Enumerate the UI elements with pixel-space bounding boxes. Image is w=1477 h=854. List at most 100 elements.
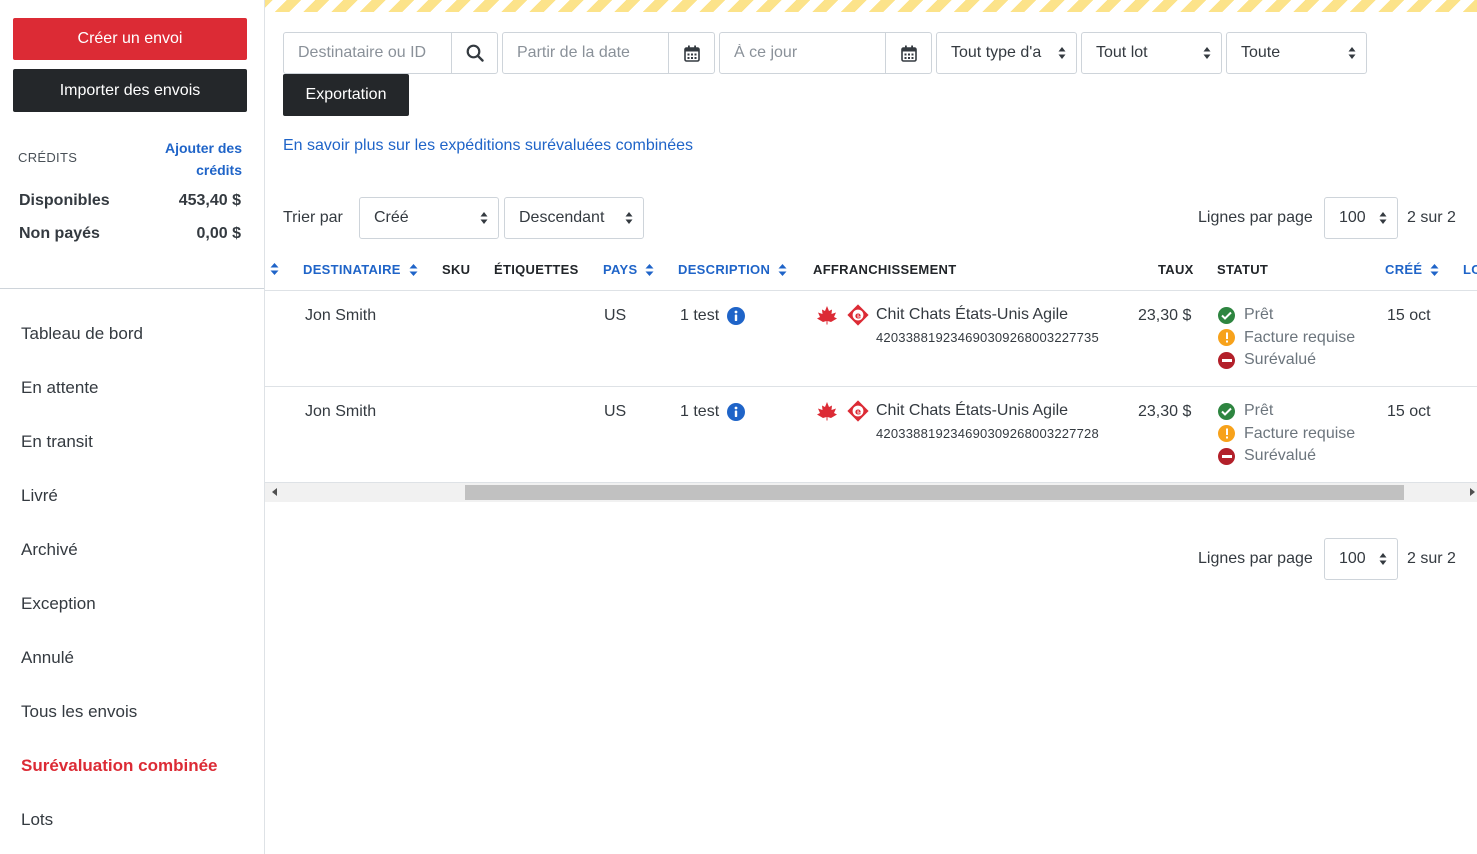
- credits-unpaid-value: 0,00 $: [196, 225, 241, 242]
- credits-available-label: Disponibles: [19, 192, 110, 209]
- select-caret-icon: [1379, 553, 1387, 565]
- to-date-field: [719, 32, 932, 74]
- rows-per-page-label-bottom: Lignes par page: [1198, 550, 1313, 567]
- column-sku: SKU: [442, 262, 471, 277]
- info-icon[interactable]: [727, 307, 746, 325]
- tracking-number[interactable]: 420338819234690309268003227735: [876, 330, 1099, 345]
- rows-per-page-select-bottom[interactable]: 100: [1324, 538, 1398, 580]
- select-caret-icon: [1379, 212, 1387, 224]
- status-ready-label: Prêt: [1244, 402, 1274, 420]
- column-status: STATUT: [1217, 262, 1269, 277]
- status-invoice-required-label: Facture requise: [1244, 328, 1356, 346]
- import-shipments-button[interactable]: Importer des envois: [13, 69, 247, 112]
- search-input[interactable]: [284, 33, 451, 73]
- status-overvalued: Surévalué: [1218, 445, 1355, 468]
- column-created[interactable]: CRÉÉ: [1385, 262, 1439, 277]
- sidebar-item-all-shipments[interactable]: Tous les envois: [0, 685, 264, 739]
- status-cell: Prêt Facture requise Surévalué: [1218, 400, 1355, 468]
- type-select-value: Tout type d'a: [951, 44, 1042, 61]
- scroll-right-arrow-icon[interactable]: [1470, 488, 1475, 496]
- canada-maple-leaf-icon: [817, 402, 837, 421]
- status-invoice-required: Facture requise: [1218, 327, 1355, 350]
- tracking-number[interactable]: 420338819234690309268003227728: [876, 426, 1099, 441]
- table-row[interactable]: Jon Smith US 1 test e Chit Chats États-U…: [265, 291, 1477, 387]
- horizontal-scrollbar[interactable]: [265, 483, 1477, 502]
- status-cell: Prêt Facture requise Surévalué: [1218, 304, 1355, 372]
- warning-icon: [1218, 425, 1235, 443]
- carrier-logo-icon: e: [847, 400, 869, 422]
- from-date-field: [502, 32, 715, 74]
- postage-service-cell: Chit Chats États-Unis Agile: [876, 402, 1069, 419]
- create-shipment-button[interactable]: Créer un envoi: [13, 18, 247, 60]
- rows-per-page-label: Lignes par page: [1198, 209, 1313, 226]
- svg-text:e: e: [855, 311, 861, 321]
- rows-per-page-select[interactable]: 100: [1324, 197, 1398, 239]
- sort-icon: [409, 263, 418, 276]
- select-caret-icon: [480, 212, 488, 224]
- credits-unpaid-row: Non payés 0,00 $: [19, 225, 241, 243]
- rate-cell: 23,30 $: [1138, 403, 1192, 420]
- description-text: 1 test: [680, 307, 720, 324]
- all-select[interactable]: Toute: [1226, 32, 1367, 74]
- column-recipient[interactable]: DESTINATAIRE: [303, 262, 418, 277]
- to-date-input[interactable]: [720, 33, 885, 73]
- sidebar-item-in-transit[interactable]: En transit: [0, 415, 264, 469]
- minus-circle-icon: [1218, 351, 1235, 369]
- canada-maple-leaf-icon: [817, 306, 837, 325]
- status-ready-label: Prêt: [1244, 306, 1274, 324]
- sidebar-item-combined-overvaluation[interactable]: Surévaluation combinée: [0, 739, 264, 793]
- sidebar-item-pending[interactable]: En attente: [0, 361, 264, 415]
- check-icon: [1218, 306, 1235, 324]
- table-row[interactable]: Jon Smith US 1 test e Chit Chats États-U…: [265, 387, 1477, 483]
- sidebar-item-exception[interactable]: Exception: [0, 577, 264, 631]
- to-date-calendar-button[interactable]: [885, 33, 931, 73]
- sort-icon: [1430, 263, 1439, 276]
- scroll-left-arrow-icon[interactable]: [272, 488, 277, 496]
- pagination-info: 2 sur 2: [1407, 209, 1456, 226]
- description-cell: 1 test: [680, 307, 746, 325]
- column-country[interactable]: PAYS: [603, 262, 654, 277]
- sidebar: Créer un envoi Importer des envois CRÉDI…: [0, 0, 265, 854]
- status-invoice-required-label: Facture requise: [1244, 424, 1356, 442]
- minus-circle-icon: [1218, 447, 1235, 465]
- check-icon: [1218, 402, 1235, 420]
- sidebar-item-cancelled[interactable]: Annulé: [0, 631, 264, 685]
- scrollbar-thumb[interactable]: [465, 485, 1404, 500]
- country-cell: US: [604, 307, 627, 324]
- export-button[interactable]: Exportation: [283, 74, 409, 116]
- sidebar-item-dashboard[interactable]: Tableau de bord: [0, 307, 264, 361]
- hazard-stripe-banner: [265, 0, 1477, 12]
- select-caret-icon: [1203, 47, 1211, 59]
- batch-select[interactable]: Tout lot: [1081, 32, 1222, 74]
- sort-field-select[interactable]: Créé: [359, 197, 499, 239]
- info-icon[interactable]: [727, 403, 746, 421]
- sort-order-select[interactable]: Descendant: [504, 197, 644, 239]
- from-date-input[interactable]: [503, 33, 668, 73]
- sidebar-item-batches[interactable]: Lots: [0, 793, 264, 847]
- credits-available-value: 453,40 $: [178, 192, 241, 209]
- description-cell: 1 test: [680, 403, 746, 421]
- created-cell: 15 oct: [1387, 307, 1431, 324]
- rows-per-page-value-bottom: 100: [1339, 550, 1366, 567]
- from-date-calendar-button[interactable]: [668, 33, 714, 73]
- add-credits-link[interactable]: Ajouter des crédits: [132, 137, 242, 181]
- sidebar-item-delivered[interactable]: Livré: [0, 469, 264, 523]
- calendar-icon: [900, 45, 917, 62]
- column-location-partial[interactable]: LO: [1463, 262, 1477, 277]
- overvaluation-info-link[interactable]: En savoir plus sur les expéditions surév…: [283, 137, 693, 155]
- rate-cell: 23,30 $: [1138, 307, 1192, 324]
- all-select-value: Toute: [1241, 44, 1281, 61]
- sort-icon: [778, 263, 787, 276]
- status-ready: Prêt: [1218, 304, 1355, 327]
- batch-select-value: Tout lot: [1096, 44, 1148, 61]
- status-ready: Prêt: [1218, 400, 1355, 423]
- select-caret-icon: [1058, 47, 1066, 59]
- select-column-sort[interactable]: [270, 262, 279, 276]
- sidebar-item-archived[interactable]: Archivé: [0, 523, 264, 577]
- column-description[interactable]: DESCRIPTION: [678, 262, 787, 277]
- column-description-label: DESCRIPTION: [678, 262, 771, 277]
- type-select[interactable]: Tout type d'a: [936, 32, 1077, 74]
- status-overvalued-label: Surévalué: [1244, 351, 1317, 369]
- search-button[interactable]: [451, 33, 497, 73]
- sidebar-divider: [0, 288, 264, 289]
